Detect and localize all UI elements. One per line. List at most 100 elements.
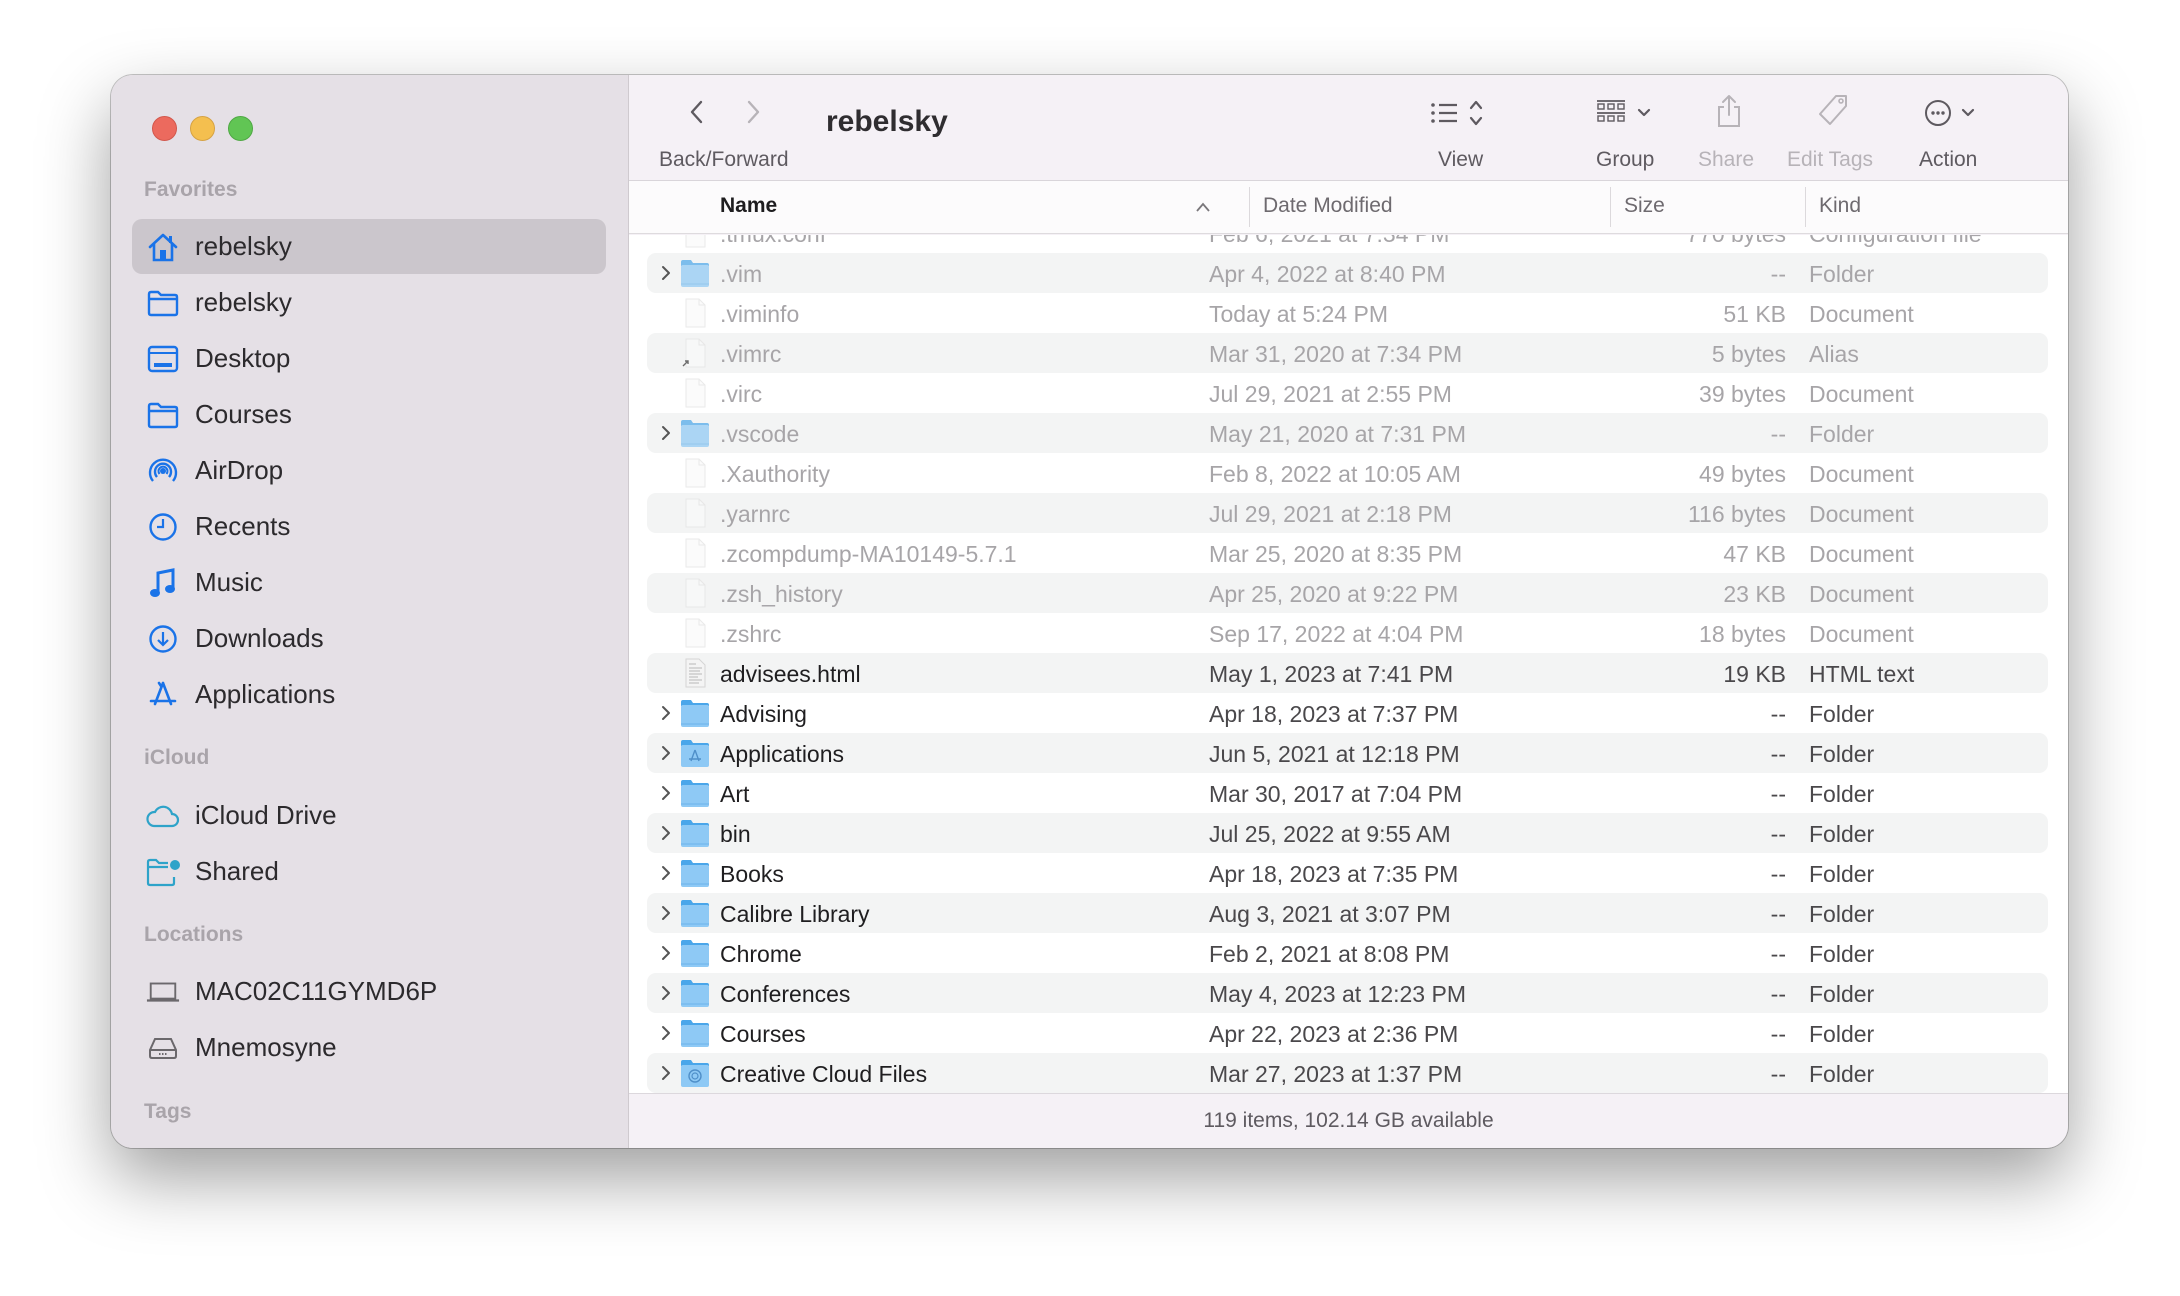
sidebar-item-label: Recents (195, 511, 291, 541)
disclosure-chevron-icon[interactable] (659, 861, 673, 885)
file-row[interactable]: .Xauthority Feb 8, 2022 at 10:05 AM 49 byt… (647, 453, 2048, 493)
home-icon (146, 230, 180, 264)
file-row[interactable]: Applications Jun 5, 2021 at 12:18 PM -- Fol… (647, 733, 2048, 773)
sidebar-item-applications[interactable]: Applications (132, 667, 606, 722)
column-divider[interactable] (1805, 187, 1806, 227)
traffic-lights (152, 116, 253, 141)
sidebar-item-airdrop[interactable]: AirDrop (132, 443, 606, 498)
folder-icon (680, 938, 710, 968)
column-header-kind[interactable]: Kind (1819, 194, 1861, 218)
file-row[interactable]: bin Jul 25, 2022 at 9:55 AM -- Folder (647, 813, 2048, 853)
column-header-date-modified[interactable]: Date Modified (1263, 194, 1393, 218)
file-date-modified: May 4, 2023 at 12:23 PM (1209, 981, 1466, 1007)
disclosure-chevron-icon[interactable] (659, 781, 673, 805)
file-row[interactable]: Courses Apr 22, 2023 at 2:36 PM -- Folder (647, 1013, 2048, 1053)
file-list: .tmux.conf Feb 6, 2021 at 7:34 PM 770 byte… (629, 235, 2068, 1093)
file-date-modified: Mar 25, 2020 at 8:35 PM (1209, 541, 1463, 567)
file-row[interactable]: Art Mar 30, 2017 at 7:04 PM -- Folder (647, 773, 2048, 813)
sidebar-item-courses[interactable]: Courses (132, 387, 606, 442)
disclosure-chevron-icon[interactable] (659, 421, 673, 445)
disclosure-chevron-icon[interactable] (659, 821, 673, 845)
file-row[interactable]: .vimrc Mar 31, 2020 at 7:34 PM 5 bytes Alia… (647, 333, 2048, 373)
close-button[interactable] (152, 116, 177, 141)
file-row[interactable]: .vim Apr 4, 2022 at 8:40 PM -- Folder (647, 253, 2048, 293)
file-kind: Folder (1809, 781, 1875, 807)
sidebar-item-recents[interactable]: Recents (132, 499, 606, 554)
file-row[interactable]: Advising Apr 18, 2023 at 7:37 PM -- Folder (647, 693, 2048, 733)
disclosure-chevron-icon[interactable] (659, 1021, 673, 1045)
sidebar-item-downloads[interactable]: Downloads (132, 611, 606, 666)
sidebar-section-icloud: iCloud (144, 746, 210, 769)
file-row[interactable]: Chrome Feb 2, 2021 at 8:08 PM -- Folder (647, 933, 2048, 973)
file-name: Creative Cloud Files (720, 1061, 928, 1087)
file-name: Books (720, 861, 784, 887)
sidebar-item-home[interactable]: rebelsky (132, 219, 606, 274)
folder-icon (680, 778, 710, 808)
folder-icon (680, 698, 710, 728)
disclosure-chevron-icon[interactable] (659, 941, 673, 965)
file-size: 39 bytes (1699, 381, 1786, 407)
back-forward-control (684, 97, 766, 127)
file-name: .zsh_history (720, 581, 843, 607)
group-button[interactable] (1595, 97, 1659, 134)
zoom-button[interactable] (228, 116, 253, 141)
file-row[interactable]: .zcompdump-MA10149-5.7.1 Mar 25, 2020 at … (647, 533, 2048, 573)
disclosure-chevron-icon[interactable] (659, 901, 673, 925)
back-button[interactable] (684, 97, 710, 127)
action-button[interactable] (1923, 97, 1983, 134)
sidebar-item-computer[interactable]: MAC02C11GYMD6P (132, 964, 606, 1019)
sidebar-item-mnemosyne[interactable]: Mnemosyne (132, 1020, 606, 1075)
sidebar-item-desktop[interactable]: Desktop (132, 331, 606, 386)
file-name: Courses (720, 1021, 806, 1047)
sidebar-item-music[interactable]: Music (132, 555, 606, 610)
sidebar-item-label: Music (195, 567, 263, 597)
disclosure-chevron-icon[interactable] (659, 261, 673, 285)
folder-icon (146, 286, 180, 320)
share-button[interactable] (1714, 93, 1744, 134)
file-row[interactable]: .tmux.conf Feb 6, 2021 at 7:34 PM 770 byte… (647, 235, 2048, 253)
minimize-button[interactable] (190, 116, 215, 141)
column-header-size[interactable]: Size (1624, 194, 1665, 218)
column-divider[interactable] (1249, 187, 1250, 227)
file-row[interactable]: .zsh_history Apr 25, 2020 at 9:22 PM 23 KB… (647, 573, 2048, 613)
sidebar-item-label: Desktop (195, 343, 291, 373)
file-row[interactable]: Calibre Library Aug 3, 2021 at 3:07 PM -- F… (647, 893, 2048, 933)
view-button[interactable] (1429, 97, 1489, 134)
disclosure-chevron-icon[interactable] (659, 981, 673, 1005)
file-kind: Document (1809, 581, 1914, 607)
file-row[interactable]: .vscode May 21, 2020 at 7:31 PM -- Folder (647, 413, 2048, 453)
folder-icon (680, 858, 710, 888)
sidebar-item-label: MAC02C11GYMD6P (195, 976, 438, 1006)
sidebar-item-rebelsky-folder[interactable]: rebelsky (132, 275, 606, 330)
clock-icon (146, 510, 180, 544)
file-row[interactable]: .zshrc Sep 17, 2022 at 4:04 PM 18 bytes Doc… (647, 613, 2048, 653)
column-divider[interactable] (1610, 187, 1611, 227)
file-name: .zshrc (720, 621, 782, 647)
file-name: Art (720, 781, 750, 807)
file-kind: Document (1809, 301, 1914, 327)
file-row[interactable]: Creative Cloud Files Mar 27, 2023 at 1:37… (647, 1053, 2048, 1093)
file-row[interactable]: .viminfo Today at 5:24 PM 51 KB Document (647, 293, 2048, 333)
sidebar-item-icloud-drive[interactable]: iCloud Drive (132, 788, 606, 843)
file-row[interactable]: .yarnrc Jul 29, 2021 at 2:18 PM 116 bytes D… (647, 493, 2048, 533)
file-size: -- (1770, 781, 1786, 807)
forward-button[interactable] (740, 97, 766, 127)
sidebar: Favorites rebelsky rebelsky Desktop Cour… (111, 75, 629, 1148)
file-size: -- (1770, 701, 1786, 727)
document-icon (680, 578, 710, 608)
file-row[interactable]: .virc Jul 29, 2021 at 2:55 PM 39 bytes Docu… (647, 373, 2048, 413)
edit-tags-button[interactable] (1816, 93, 1850, 134)
disclosure-chevron-icon[interactable] (659, 1061, 673, 1085)
list-view-icon (1431, 100, 1483, 126)
column-header-name[interactable]: Name (720, 194, 777, 218)
file-name: advisees.html (720, 661, 861, 687)
file-row[interactable]: advisees.html May 1, 2023 at 7:41 PM 19 KB… (647, 653, 2048, 693)
disclosure-chevron-icon[interactable] (659, 741, 673, 765)
disclosure-chevron-icon[interactable] (659, 701, 673, 725)
group-grid-icon (1597, 100, 1651, 122)
file-row[interactable]: Books Apr 18, 2023 at 7:35 PM -- Folder (647, 853, 2048, 893)
desktop-icon (146, 342, 180, 376)
document-icon (680, 235, 710, 248)
file-row[interactable]: Conferences May 4, 2023 at 12:23 PM -- Fold… (647, 973, 2048, 1013)
sidebar-item-shared[interactable]: Shared (132, 844, 606, 899)
